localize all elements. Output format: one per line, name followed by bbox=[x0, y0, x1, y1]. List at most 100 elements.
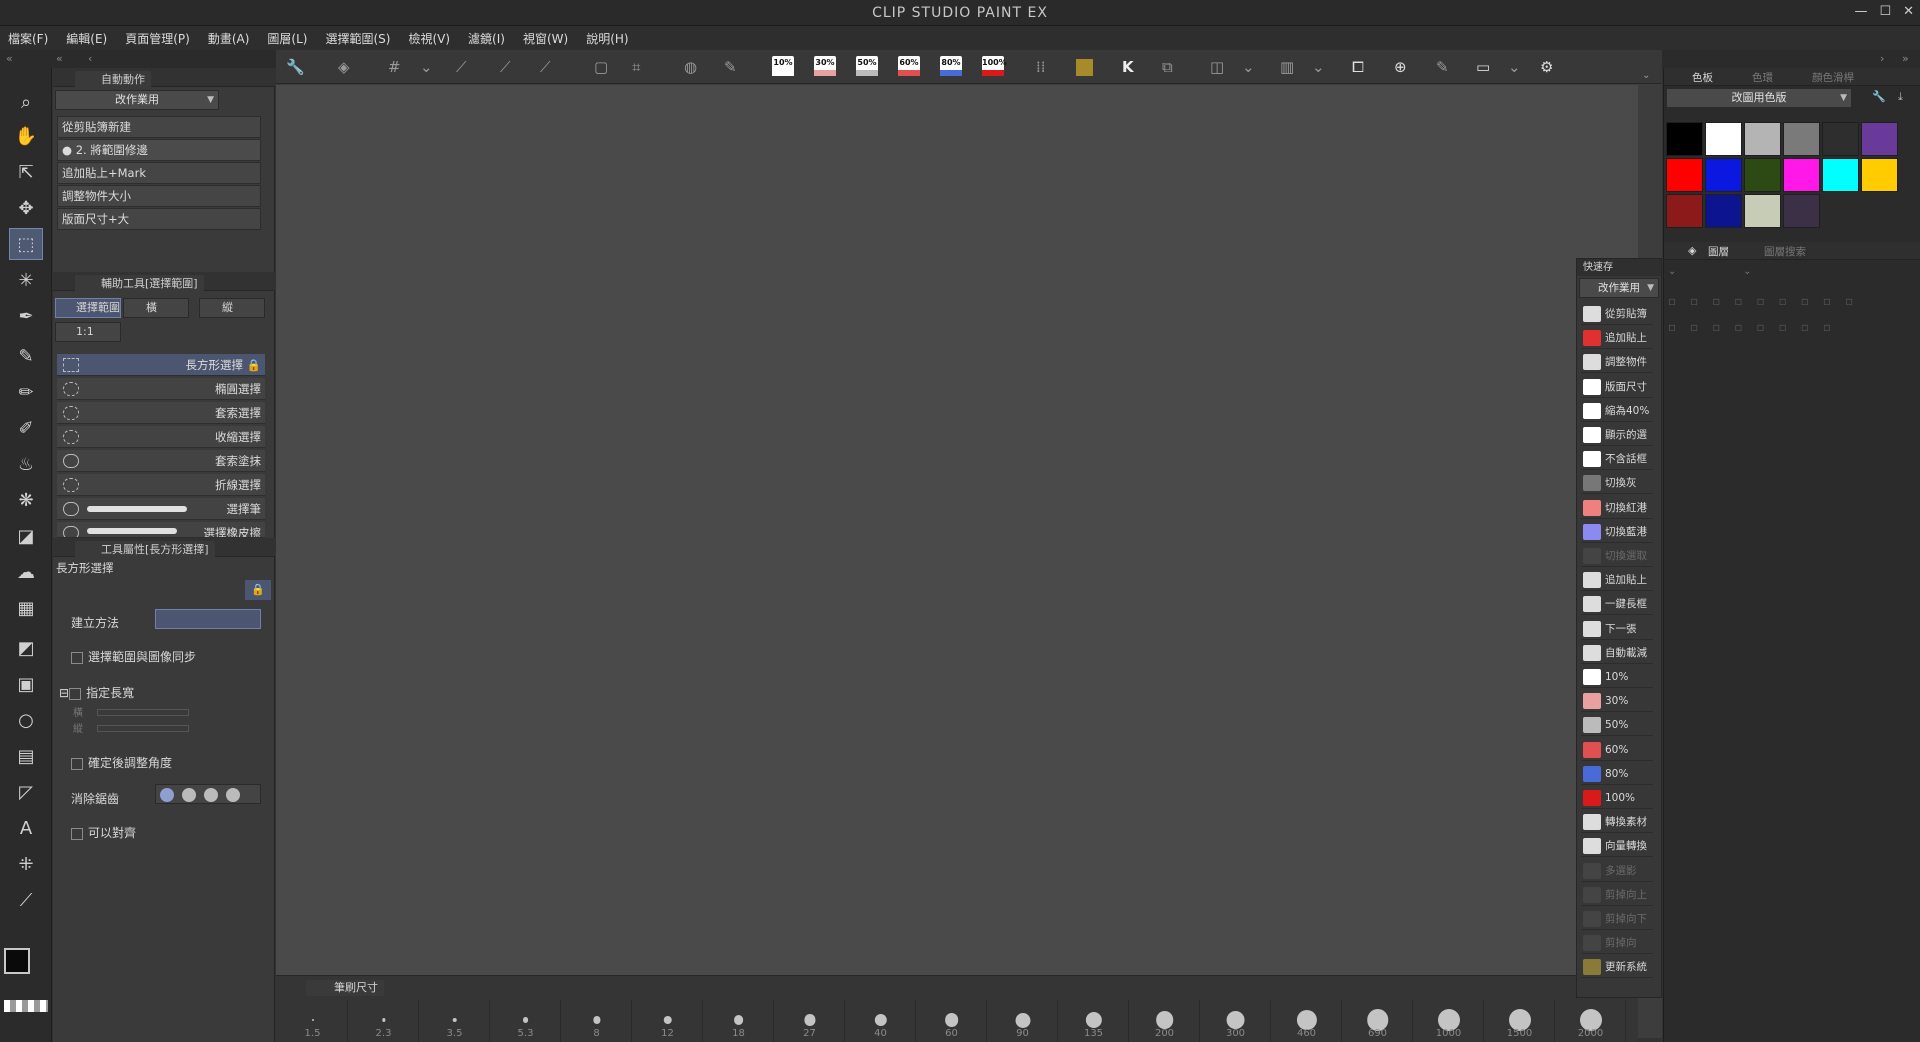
quick-access-item[interactable]: 多選影 bbox=[1581, 860, 1653, 882]
color-swatch[interactable] bbox=[1822, 122, 1859, 156]
brush-size-option[interactable]: 200 bbox=[1130, 1000, 1200, 1042]
brush-size-option[interactable]: 1.5 bbox=[278, 1000, 348, 1042]
brush-size-option[interactable]: 12 bbox=[633, 1000, 703, 1042]
subtool-selection-pen[interactable]: 選擇筆 bbox=[57, 498, 265, 520]
pen-stroke-icon[interactable]: ⟋ bbox=[456, 58, 467, 76]
wrench-icon[interactable]: 🔧 bbox=[1872, 90, 1886, 103]
object-icon[interactable]: ⇱ bbox=[9, 156, 43, 188]
target-icon[interactable]: ⊕ bbox=[1394, 58, 1407, 76]
quick-access-item[interactable]: 下一張 bbox=[1581, 618, 1653, 640]
menu-layer[interactable]: 圖層(L) bbox=[267, 30, 307, 47]
subtool-ellipse-select[interactable]: 橢圓選擇 bbox=[57, 378, 265, 400]
width-field[interactable]: 橫 bbox=[57, 704, 265, 719]
color-swatch[interactable] bbox=[1783, 122, 1820, 156]
quick-access-item[interactable]: 切換選取 bbox=[1581, 545, 1653, 567]
subtool-lasso-fill[interactable]: 套索塗抹 bbox=[57, 450, 265, 472]
quick-access-item[interactable]: 自動載減 bbox=[1581, 642, 1653, 664]
menu-selection[interactable]: 選擇範圍(S) bbox=[325, 30, 390, 47]
brush-size-option[interactable]: 690 bbox=[1343, 1000, 1413, 1042]
brush-size-option[interactable]: 135 bbox=[1059, 1000, 1129, 1042]
opacity-50-button[interactable]: 50% bbox=[856, 56, 878, 76]
quick-access-item[interactable]: 10% bbox=[1581, 666, 1653, 688]
auto-action-item[interactable]: 調整物件大小 bbox=[57, 185, 261, 207]
text-icon[interactable]: A bbox=[9, 812, 43, 844]
quick-access-item[interactable]: 縮為40% bbox=[1581, 400, 1653, 422]
color-swatch[interactable] bbox=[1666, 158, 1703, 192]
main-color-swatch[interactable] bbox=[4, 948, 30, 974]
sync-checkbox[interactable]: 選擇範圍與圖像同步 bbox=[57, 648, 265, 665]
opacity-60-button[interactable]: 60% bbox=[898, 56, 920, 76]
grid-icon[interactable]: ▦ bbox=[9, 592, 43, 624]
brush-size-option[interactable]: 1000 bbox=[1414, 1000, 1484, 1042]
gold-swatch-icon[interactable] bbox=[1076, 59, 1093, 76]
subtool-group-horizontal[interactable]: 橫 bbox=[123, 298, 189, 318]
brush-size-option[interactable]: 8 bbox=[562, 1000, 632, 1042]
chevron-left-icon[interactable]: ‹ bbox=[88, 52, 92, 65]
quick-access-item[interactable]: 更新系統 bbox=[1581, 956, 1653, 979]
correct-line-icon[interactable]: ⟋ bbox=[9, 884, 43, 916]
export-icon[interactable]: ⧠ bbox=[1352, 58, 1364, 76]
pen-icon[interactable]: ✎ bbox=[724, 58, 737, 76]
auto-action-item[interactable]: 版面尺寸+大 bbox=[57, 208, 261, 230]
menu-filter[interactable]: 濾鏡(I) bbox=[468, 30, 505, 47]
transparent-color-swatch[interactable] bbox=[4, 1000, 48, 1012]
menu-page[interactable]: 頁面管理(P) bbox=[125, 30, 190, 47]
maximize-button[interactable]: ☐ bbox=[1879, 4, 1891, 19]
color-swatch[interactable] bbox=[1744, 158, 1781, 192]
color-swatch[interactable] bbox=[1666, 194, 1703, 228]
quick-access-item[interactable]: 追加貼上 bbox=[1581, 569, 1653, 592]
window-icon[interactable]: ▭ bbox=[1476, 58, 1490, 76]
selection-icon[interactable]: ⬚ bbox=[9, 228, 43, 260]
ruler-icon[interactable]: ◸ bbox=[9, 776, 43, 808]
quick-access-item[interactable]: 50% bbox=[1581, 714, 1653, 737]
quick-access-item[interactable]: 切換藍港 bbox=[1581, 521, 1653, 543]
chevron-down-icon[interactable]: ⌄ bbox=[1312, 58, 1325, 76]
eraser-icon[interactable]: ◪ bbox=[9, 520, 43, 552]
quick-access-item[interactable]: 不含話框 bbox=[1581, 448, 1653, 471]
quick-access-item[interactable]: 100% bbox=[1581, 787, 1653, 809]
auto-action-set-select[interactable]: 改作業用 ▼ bbox=[55, 90, 219, 110]
wrench-icon[interactable]: 🔧 bbox=[286, 58, 305, 76]
quick-access-item[interactable]: 剪掉向上 bbox=[1581, 884, 1653, 906]
opacity-10-button[interactable]: 10% bbox=[772, 56, 794, 76]
magic-wand-icon[interactable]: ✳ bbox=[9, 264, 43, 296]
brush-size-option[interactable]: 3.5 bbox=[420, 1000, 490, 1042]
brush-size-option[interactable]: 5.3 bbox=[491, 1000, 561, 1042]
color-swatch[interactable] bbox=[1705, 122, 1742, 156]
opacity-100-button[interactable]: 100% bbox=[982, 56, 1007, 76]
grid-icon[interactable]: # bbox=[388, 58, 401, 76]
brush-size-option[interactable]: 90 bbox=[988, 1000, 1058, 1042]
quick-access-item[interactable]: 60% bbox=[1581, 739, 1653, 761]
subtool-group-vertical[interactable]: 縱 bbox=[199, 298, 265, 318]
chevron-down-icon[interactable]: ⌄ bbox=[1508, 58, 1521, 76]
quick-access-item[interactable]: 轉換素材 bbox=[1581, 811, 1653, 834]
quick-access-item[interactable]: 從剪貼簿 bbox=[1581, 303, 1653, 325]
antialias-buttons[interactable] bbox=[155, 784, 261, 804]
export-icon[interactable]: ⤓ bbox=[1898, 90, 1903, 104]
opacity-80-button[interactable]: 80% bbox=[940, 56, 962, 76]
tab-color-wheel[interactable]: 色環 bbox=[1752, 70, 1773, 85]
quick-access-item[interactable]: 30% bbox=[1581, 690, 1653, 713]
brush-size-option[interactable]: 460 bbox=[1272, 1000, 1342, 1042]
collapse-right-icon[interactable]: » bbox=[1902, 52, 1909, 65]
close-button[interactable]: ✕ bbox=[1903, 4, 1914, 19]
minimize-button[interactable]: — bbox=[1854, 4, 1867, 19]
tab-color-slider[interactable]: 顏色滑桿 bbox=[1812, 70, 1854, 85]
quick-access-item[interactable]: 向量轉換 bbox=[1581, 835, 1653, 858]
subtool-rect-select[interactable]: 長方形選擇 🔒 bbox=[57, 354, 265, 376]
subtool-group-ratio[interactable]: 1:1 bbox=[55, 322, 121, 342]
frame-icon[interactable]: ▢ bbox=[594, 58, 608, 76]
color-swatch[interactable] bbox=[1822, 158, 1859, 192]
subtool-shrink-select[interactable]: 收縮選擇 bbox=[57, 426, 265, 448]
tool-property-tab[interactable]: 工具屬性[長方形選擇] bbox=[53, 538, 275, 557]
subtool-polyline-select[interactable]: 折線選擇 bbox=[57, 474, 265, 496]
tab-layer[interactable]: 圖層 bbox=[1708, 244, 1729, 259]
settings-icon[interactable]: ⚙ bbox=[1540, 58, 1553, 76]
decoration-icon[interactable]: ❋ bbox=[9, 484, 43, 516]
quick-access-item[interactable]: 剪掉向 bbox=[1581, 932, 1653, 955]
chevron-right-icon[interactable]: › bbox=[1880, 52, 1884, 65]
pen-stroke-icon[interactable]: ⟋ bbox=[540, 58, 551, 76]
tab-color-set[interactable]: 色板 bbox=[1692, 70, 1713, 85]
ruler-icon[interactable]: ▥ bbox=[1280, 58, 1294, 76]
brush-size-option[interactable]: 60 bbox=[917, 1000, 987, 1042]
